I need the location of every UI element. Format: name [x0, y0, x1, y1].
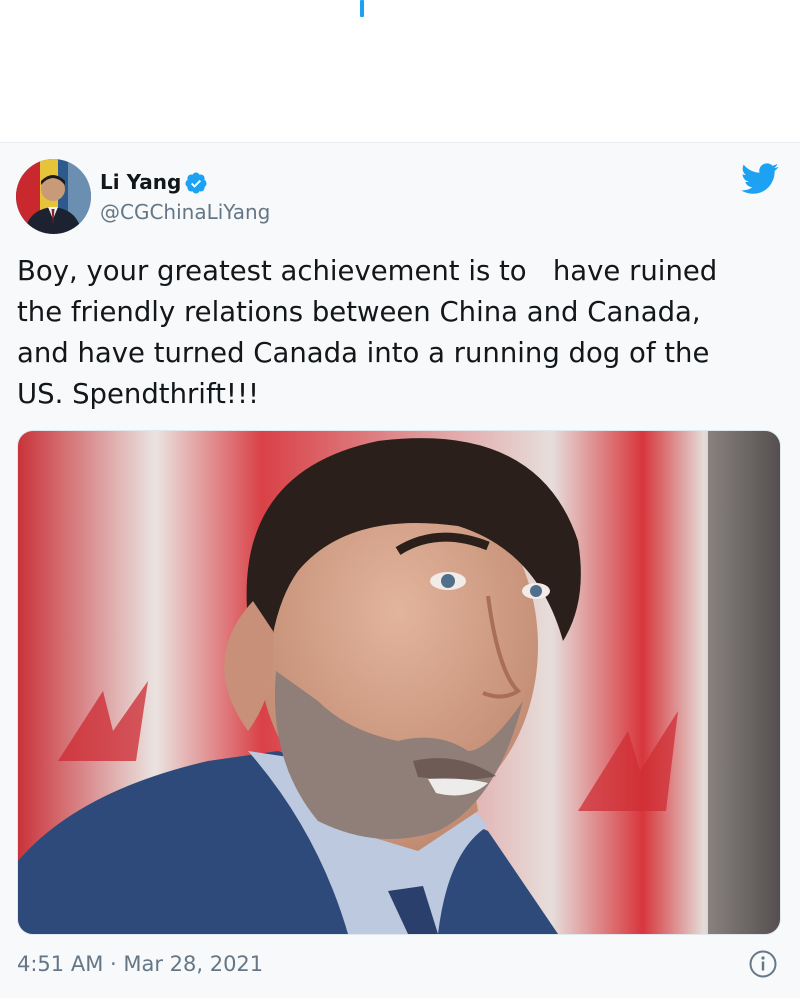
- twitter-bird-icon[interactable]: [741, 163, 779, 195]
- tweet-text: Boy, your greatest achievement is to hav…: [17, 255, 718, 410]
- avatar[interactable]: [16, 159, 91, 234]
- author-handle[interactable]: @CGChinaLiYang: [100, 200, 270, 224]
- tweet-card: Li Yang @CGChinaLiYang Boy, your greates…: [0, 142, 800, 998]
- info-icon[interactable]: [748, 949, 778, 979]
- page: Li Yang @CGChinaLiYang Boy, your greates…: [0, 0, 800, 998]
- avatar-photo: [16, 159, 91, 234]
- verified-badge-icon: [185, 172, 207, 194]
- tweet-photo[interactable]: [17, 430, 781, 935]
- tweet-timestamp[interactable]: 4:51 AM · Mar 28, 2021: [17, 951, 263, 977]
- text-cursor-mark: [360, 0, 364, 17]
- tweet-photo-image: [18, 431, 780, 934]
- author-name[interactable]: Li Yang: [100, 170, 181, 194]
